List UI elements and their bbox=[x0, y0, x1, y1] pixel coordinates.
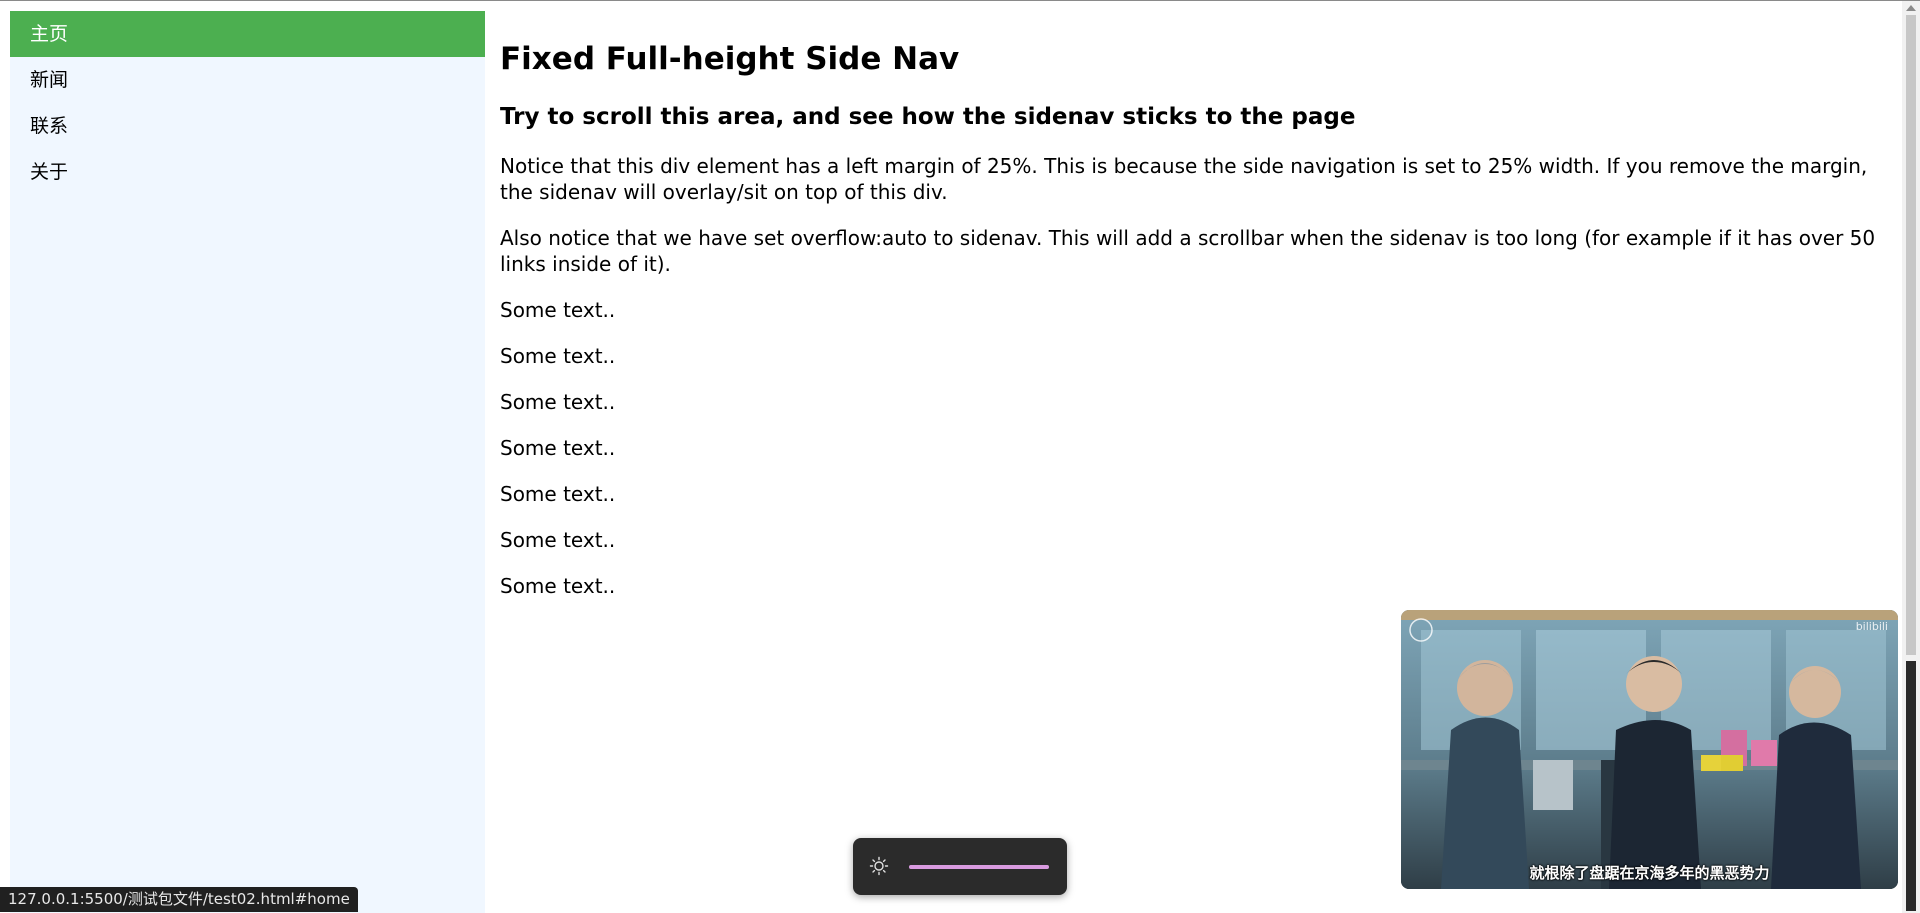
page-scrollbar[interactable] bbox=[1902, 1, 1920, 913]
scroll-up-arrow-icon[interactable] bbox=[1906, 5, 1916, 11]
some-text-line: Some text.. bbox=[500, 574, 616, 598]
some-text-line: Some text.. bbox=[500, 344, 616, 368]
some-text-line: Some text.. bbox=[500, 436, 616, 460]
status-bar-url: 127.0.0.1:5500/测试包文件/test02.html#home bbox=[0, 887, 358, 912]
sidenav-item-contact[interactable]: 联系 bbox=[10, 103, 485, 149]
some-text-line: Some text.. bbox=[500, 528, 616, 552]
brightness-slider-fill bbox=[909, 865, 1049, 869]
brightness-slider[interactable] bbox=[909, 865, 1049, 869]
browser-viewport: 主页 新闻 联系 关于 Fixed Full-height Side Nav T… bbox=[0, 0, 1920, 913]
paragraph-overflow-note: Also notice that we have set overflow:au… bbox=[500, 226, 1876, 276]
sidenav: 主页 新闻 联系 关于 bbox=[10, 11, 485, 913]
video-subtitle: 就根除了盘踞在京海多年的黑恶势力 bbox=[1529, 864, 1770, 882]
sidenav-item-home[interactable]: 主页 bbox=[10, 11, 485, 57]
some-text-line: Some text.. bbox=[500, 390, 616, 414]
paragraph-margin-note: Notice that this div element has a left … bbox=[500, 154, 1868, 204]
scrollbar-track bbox=[1906, 661, 1916, 911]
page-subtitle: Try to scroll this area, and see how the… bbox=[500, 104, 1356, 130]
sidenav-item-about[interactable]: 关于 bbox=[10, 149, 485, 195]
sidenav-item-news[interactable]: 新闻 bbox=[10, 57, 485, 103]
video-pip-window[interactable]: bilibili 就根除了盘踞在京海多年的黑恶势力 bbox=[1401, 610, 1898, 889]
some-text-line: Some text.. bbox=[500, 298, 616, 322]
video-watermark: bilibili bbox=[1855, 620, 1888, 633]
scrollbar-thumb[interactable] bbox=[1906, 15, 1916, 655]
main-content: Fixed Full-height Side Nav Try to scroll… bbox=[500, 1, 1895, 599]
video-frame bbox=[1401, 610, 1898, 889]
brightness-flyout[interactable] bbox=[853, 838, 1067, 895]
page-title: Fixed Full-height Side Nav bbox=[500, 41, 960, 77]
sun-icon bbox=[869, 856, 889, 876]
some-text-line: Some text.. bbox=[500, 482, 616, 506]
